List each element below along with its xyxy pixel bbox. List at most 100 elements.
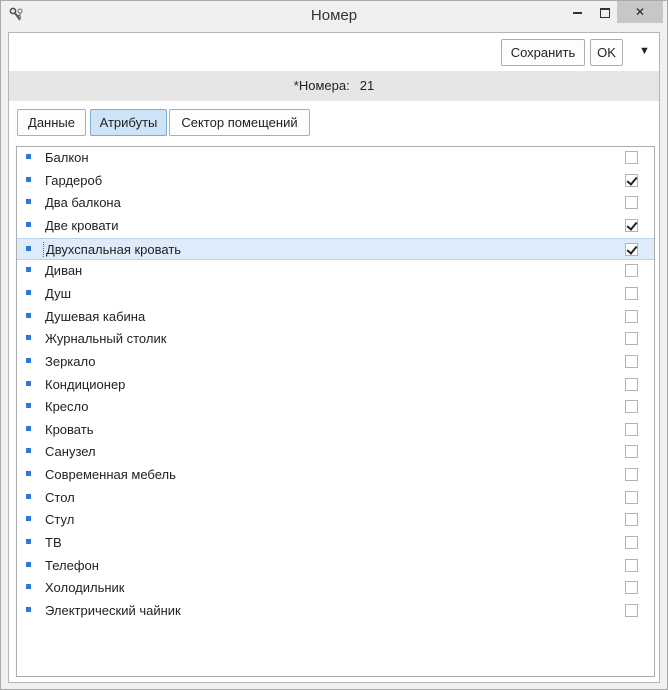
attribute-checkbox[interactable] xyxy=(625,581,638,595)
attribute-checkbox[interactable] xyxy=(625,173,638,187)
bullet-icon xyxy=(26,267,31,273)
attribute-checkbox[interactable] xyxy=(625,468,638,482)
list-item-label: Кондиционер xyxy=(45,376,126,392)
list-item[interactable]: Современная мебель xyxy=(17,464,654,486)
tab-attributes[interactable]: Атрибуты xyxy=(90,109,167,136)
list-item[interactable]: Кровать xyxy=(17,419,654,441)
bullet-icon xyxy=(26,176,31,182)
attribute-checkbox[interactable] xyxy=(625,604,638,617)
list-item-label: Санузел xyxy=(45,444,96,460)
list-item-label: Гардероб xyxy=(45,172,103,188)
list-item[interactable]: Два балкона xyxy=(17,192,654,214)
list-item[interactable]: Санузел xyxy=(17,441,654,463)
list-item[interactable]: Электрический чайник xyxy=(17,600,654,622)
bullet-icon xyxy=(26,539,31,545)
list-item-label: Современная мебель xyxy=(45,467,176,483)
title-bar[interactable]: Номер ✕ xyxy=(1,1,667,30)
bullet-icon xyxy=(26,425,31,431)
attribute-checkbox[interactable] xyxy=(625,264,638,278)
bullet-icon xyxy=(26,471,31,477)
toolbar: Сохранить OK ▼ xyxy=(9,33,659,71)
list-item-label: Стол xyxy=(45,489,75,505)
list-item[interactable]: Гардероб xyxy=(17,170,654,192)
list-item-label: Стул xyxy=(45,512,75,528)
list-item[interactable]: Двухспальная кровать xyxy=(17,237,654,260)
attribute-checkbox[interactable] xyxy=(625,422,638,436)
attribute-checkbox[interactable] xyxy=(625,196,638,210)
bullet-icon xyxy=(26,380,31,386)
list-item[interactable]: Кресло xyxy=(17,396,654,418)
attribute-checkbox[interactable] xyxy=(625,490,638,504)
bullet-icon xyxy=(26,584,31,590)
close-button[interactable]: ✕ xyxy=(617,1,663,23)
bullet-icon xyxy=(26,289,31,295)
list-item-label: Кровать xyxy=(45,421,94,437)
bullet-icon xyxy=(26,357,31,363)
bullet-icon xyxy=(26,493,31,499)
list-item-label: Электрический чайник xyxy=(45,603,181,618)
list-item[interactable]: Душевая кабина xyxy=(17,306,654,328)
bullet-icon xyxy=(26,516,31,522)
attribute-checkbox[interactable] xyxy=(625,242,638,256)
attribute-checkbox[interactable] xyxy=(625,377,638,391)
list-item-label: Душ xyxy=(45,285,72,301)
menu-dropdown-icon[interactable]: ▼ xyxy=(639,45,650,57)
bullet-icon xyxy=(26,403,31,409)
bullet-icon xyxy=(26,335,31,341)
app-window: Номер ✕ Сохранить OK ▼ *Номера: 21 Данные… xyxy=(0,0,668,690)
list-item[interactable]: Телефон xyxy=(17,555,654,577)
attribute-checkbox[interactable] xyxy=(625,309,638,323)
list-item-label: Диван xyxy=(45,263,83,279)
list-item-label: Два балкона xyxy=(45,195,121,211)
list-item-label: ТВ xyxy=(45,535,62,551)
close-icon: ✕ xyxy=(634,5,646,19)
list-item[interactable]: Две кровати xyxy=(17,215,654,237)
list-item[interactable]: Балкон xyxy=(17,147,654,169)
attribute-checkbox[interactable] xyxy=(625,151,638,164)
record-header: *Номера: 21 xyxy=(9,71,659,101)
attribute-checkbox[interactable] xyxy=(625,400,638,414)
attribute-checkbox[interactable] xyxy=(625,286,638,300)
maximize-icon xyxy=(600,7,610,18)
attribute-checkbox[interactable] xyxy=(625,332,638,346)
list-item-label: Кресло xyxy=(45,399,89,415)
list-item-label: Две кровати xyxy=(45,217,119,233)
tab-room-sector[interactable]: Сектор помещений xyxy=(169,109,310,136)
list-item[interactable]: Журнальный столик xyxy=(17,328,654,350)
record-header-label: *Номера: xyxy=(293,78,350,93)
bullet-icon xyxy=(26,199,31,205)
maximize-button[interactable] xyxy=(590,1,620,23)
list-item-label: Холодильник xyxy=(45,580,125,596)
list-item[interactable]: Диван xyxy=(17,260,654,282)
record-header-value: 21 xyxy=(359,78,375,93)
list-item[interactable]: Зеркало xyxy=(17,351,654,373)
tab-data[interactable]: Данные xyxy=(17,109,86,136)
bullet-icon xyxy=(26,154,31,159)
attribute-checkbox[interactable] xyxy=(625,218,638,232)
attribute-checkbox[interactable] xyxy=(625,445,638,459)
list-item-label: Балкон xyxy=(45,150,89,165)
list-item[interactable]: Душ xyxy=(17,283,654,305)
bullet-icon xyxy=(26,245,31,251)
minimize-icon xyxy=(572,11,582,14)
list-item[interactable]: Стул xyxy=(17,509,654,531)
list-item-label: Телефон xyxy=(45,557,99,573)
ok-button[interactable]: OK xyxy=(590,39,623,66)
list-item-label: Душевая кабина xyxy=(45,308,146,324)
attribute-checkbox[interactable] xyxy=(625,513,638,527)
attribute-checkbox[interactable] xyxy=(625,536,638,550)
client-area: Сохранить OK ▼ *Номера: 21 Данные Атрибут… xyxy=(8,32,660,683)
minimize-button[interactable] xyxy=(562,1,592,23)
save-button[interactable]: Сохранить xyxy=(501,39,585,66)
attribute-checkbox[interactable] xyxy=(625,558,638,572)
attribute-checkbox[interactable] xyxy=(625,354,638,368)
bullet-icon xyxy=(26,561,31,567)
list-item[interactable]: Кондиционер xyxy=(17,374,654,396)
list-item[interactable]: ТВ xyxy=(17,532,654,554)
attributes-list[interactable]: Балкон Гардероб Два балкона Две кровати Двух… xyxy=(16,146,655,677)
list-item[interactable]: Стол xyxy=(17,487,654,509)
list-item[interactable]: Холодильник xyxy=(17,577,654,599)
bullet-icon xyxy=(26,607,31,612)
list-item-label: Двухспальная кровать xyxy=(43,241,181,257)
bullet-icon xyxy=(26,312,31,318)
